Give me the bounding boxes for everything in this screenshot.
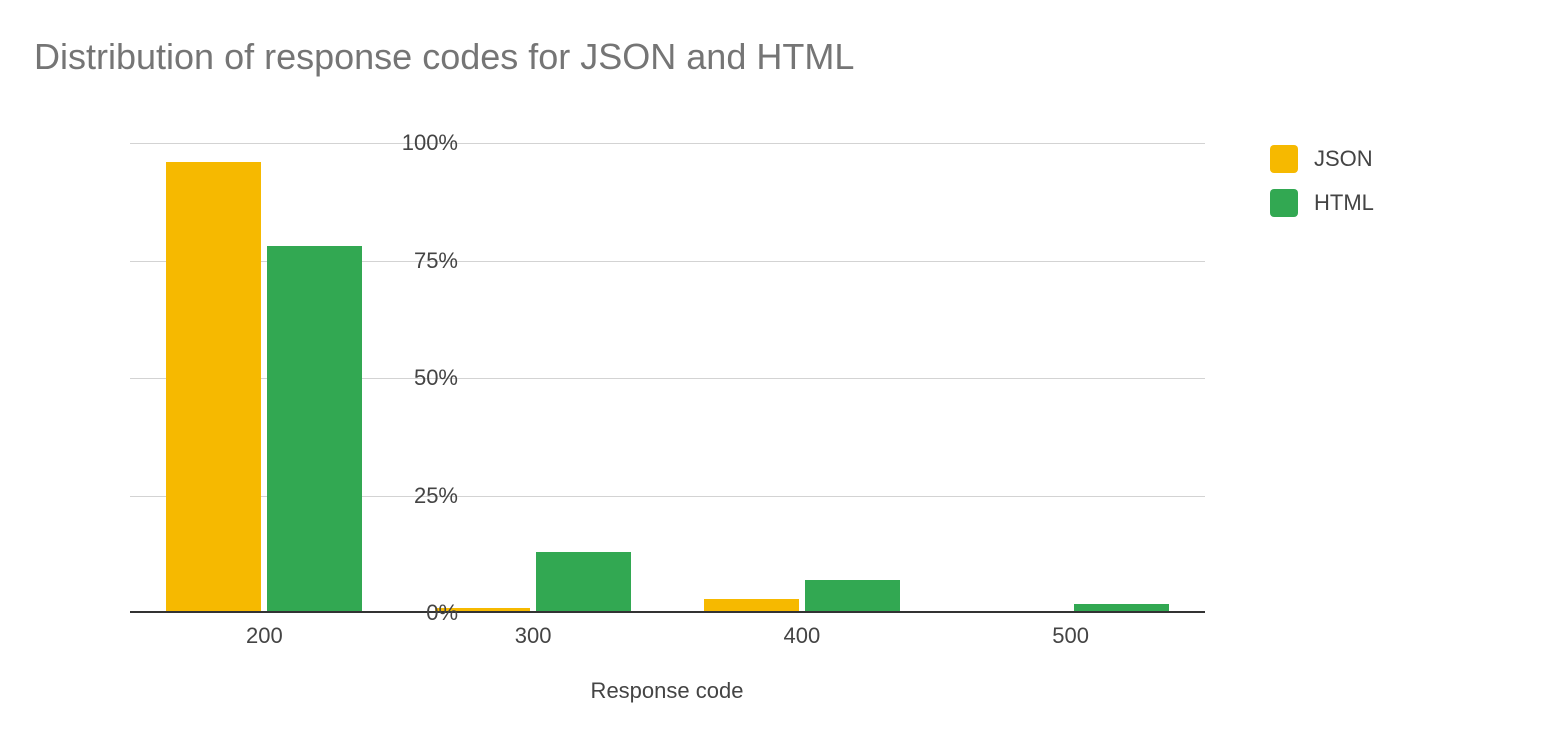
- plot-area: [130, 143, 1205, 613]
- legend-label: HTML: [1314, 190, 1374, 216]
- y-tick-label: 100%: [388, 130, 458, 156]
- y-tick-label: 75%: [388, 248, 458, 274]
- x-axis-line: [130, 611, 1205, 613]
- bars-layer: [130, 143, 1205, 613]
- chart-title: Distribution of response codes for JSON …: [34, 36, 854, 78]
- legend-label: JSON: [1314, 146, 1373, 172]
- legend-swatch: [1270, 145, 1298, 173]
- legend-swatch: [1270, 189, 1298, 217]
- y-tick-label: 50%: [388, 365, 458, 391]
- legend: JSON HTML: [1270, 145, 1374, 233]
- x-tick-label: 400: [784, 623, 821, 649]
- x-tick-label: 300: [515, 623, 552, 649]
- bar-html-200: [267, 246, 362, 613]
- bar-html-300: [536, 552, 631, 613]
- bar-json-200: [166, 162, 261, 613]
- y-tick-label: 25%: [388, 483, 458, 509]
- y-tick-label: 0%: [388, 600, 458, 626]
- x-tick-label: 500: [1052, 623, 1089, 649]
- x-axis-label: Response code: [591, 678, 744, 704]
- x-tick-label: 200: [246, 623, 283, 649]
- legend-item-json: JSON: [1270, 145, 1374, 173]
- legend-item-html: HTML: [1270, 189, 1374, 217]
- bar-html-400: [805, 580, 900, 613]
